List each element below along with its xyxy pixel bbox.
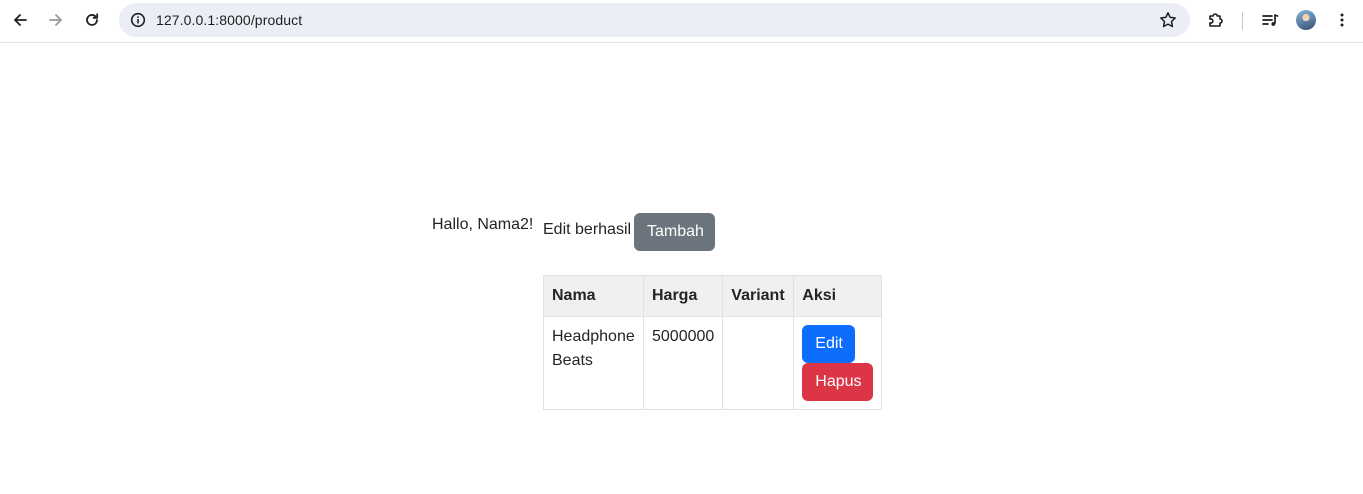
column-header-harga: Harga [642, 275, 724, 317]
reload-button[interactable] [77, 5, 107, 35]
product-table: Nama Harga Variant Aksi Headphone Beats … [543, 275, 883, 410]
back-button[interactable] [5, 5, 35, 35]
toolbar-separator [1242, 12, 1243, 30]
media-control-button[interactable] [1255, 5, 1285, 35]
info-icon [130, 12, 146, 28]
site-info-button[interactable] [125, 7, 151, 33]
add-product-button[interactable]: Tambah [634, 213, 715, 251]
table-row: Headphone Beats 5000000 Edit Hapus [543, 316, 883, 410]
arrow-right-icon [49, 14, 62, 26]
product-variant-cell [722, 316, 795, 410]
media-queue-icon [1262, 14, 1279, 26]
product-name: Headphone Beats [552, 328, 635, 369]
reload-icon [86, 13, 99, 26]
edit-button[interactable]: Edit [802, 325, 856, 363]
star-icon [1160, 12, 1176, 28]
product-price-cell: 5000000 [642, 316, 724, 410]
bookmark-button[interactable] [1156, 8, 1180, 32]
url-text[interactable]: 127.0.0.1:8000/product [156, 12, 302, 28]
forward-button[interactable] [41, 5, 71, 35]
address-bar[interactable]: 127.0.0.1:8000/product [119, 3, 1190, 37]
product-name-cell: Headphone Beats [543, 316, 644, 410]
avatar[interactable] [1296, 10, 1316, 30]
column-header-nama: Nama [543, 275, 644, 317]
menu-button[interactable] [1327, 5, 1357, 35]
extensions-button[interactable] [1201, 5, 1231, 35]
kebab-menu-icon [1340, 13, 1344, 27]
column-header-variant: Variant [722, 275, 795, 317]
delete-button[interactable]: Hapus [802, 363, 874, 401]
product-actions-cell: Edit Hapus [793, 316, 883, 410]
puzzle-icon [1209, 13, 1223, 27]
flash-message: Edit berhasil [543, 221, 632, 238]
browser-toolbar: 127.0.0.1:8000/product [0, 0, 1363, 43]
arrow-left-icon [14, 14, 27, 26]
column-header-aksi: Aksi [793, 275, 883, 317]
greeting-text: Hallo, Nama2! [432, 216, 534, 233]
table-header-row: Nama Harga Variant Aksi [543, 275, 883, 317]
